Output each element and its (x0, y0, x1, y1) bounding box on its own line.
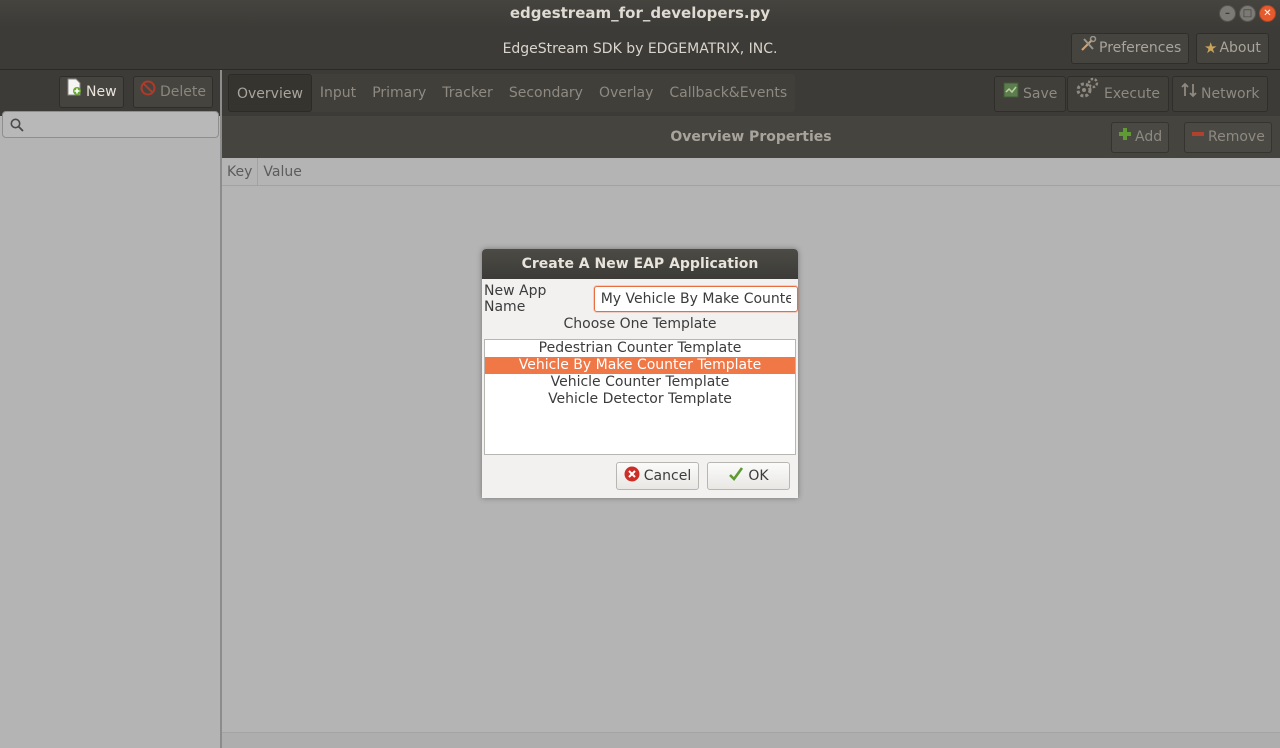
close-button[interactable]: ✕ (1259, 5, 1276, 22)
minimize-button[interactable]: – (1219, 5, 1236, 22)
dialog-title: Create A New EAP Application (482, 249, 798, 279)
create-app-dialog: Create A New EAP Application New App Nam… (482, 249, 798, 498)
tab-primary[interactable]: Primary (364, 74, 434, 112)
preferences-label: Preferences (1099, 40, 1182, 56)
about-label: About (1219, 40, 1261, 56)
delete-button[interactable]: Delete (133, 76, 213, 108)
add-label: Add (1135, 129, 1163, 145)
gears-icon (1076, 77, 1100, 112)
app-name-label: New App Name (484, 283, 547, 315)
about-button[interactable]: ★ About (1196, 33, 1269, 64)
header-bar: EdgeStream SDK by EDGEMATRIX, INC. Prefe… (0, 28, 1280, 70)
template-list: Pedestrian Counter Template Vehicle By M… (484, 339, 796, 455)
network-label: Network (1201, 86, 1260, 102)
tab-overlay[interactable]: Overlay (591, 74, 661, 112)
star-icon: ★ (1204, 39, 1218, 57)
network-button[interactable]: Network (1172, 76, 1269, 112)
plus-icon (1118, 123, 1132, 152)
save-button[interactable]: Save (994, 76, 1067, 112)
overview-properties-bar: Overview Properties Add Remove (222, 116, 1280, 158)
cancel-icon (624, 466, 640, 486)
save-icon (1003, 77, 1019, 111)
template-item-vehicle-detector[interactable]: Vehicle Detector Template (485, 391, 795, 408)
app-name-row: New App Name (484, 283, 798, 315)
tab-bar: Overview Input Primary Tracker Secondary… (228, 74, 796, 112)
up-down-arrows-icon (1181, 77, 1197, 111)
prohibited-icon (140, 77, 156, 107)
checkmark-icon (728, 466, 744, 486)
add-button[interactable]: Add (1111, 122, 1170, 153)
right-toolbar: Overview Input Primary Tracker Secondary… (222, 70, 1280, 116)
execute-label: Execute (1104, 86, 1160, 102)
app-list-pane (0, 111, 220, 748)
tab-input[interactable]: Input (312, 74, 364, 112)
minus-icon (1191, 123, 1205, 152)
ok-label: OK (748, 468, 769, 484)
left-toolbar: New Delete (0, 70, 220, 116)
new-button[interactable]: New (59, 76, 124, 108)
window-controls: – □ ✕ (1219, 5, 1276, 22)
template-item-vehicle-by-make-counter[interactable]: Vehicle By Make Counter Template (485, 357, 795, 374)
ok-button[interactable]: OK (707, 462, 790, 490)
tab-secondary[interactable]: Secondary (501, 74, 591, 112)
tab-tracker[interactable]: Tracker (434, 74, 501, 112)
column-key[interactable]: Key (222, 158, 259, 185)
horizontal-scrollbar[interactable] (222, 732, 1280, 748)
search-icon (10, 118, 24, 132)
remove-label: Remove (1208, 129, 1265, 145)
execute-button[interactable]: Execute (1067, 76, 1169, 112)
delete-label: Delete (160, 84, 206, 100)
properties-table-header: Key Value (222, 158, 1280, 186)
tab-callback-events[interactable]: Callback&Events (661, 74, 795, 112)
maximize-button[interactable]: □ (1239, 5, 1256, 22)
choose-template-label: Choose One Template (563, 316, 717, 332)
save-label: Save (1023, 86, 1058, 102)
cancel-button[interactable]: Cancel (616, 462, 699, 490)
remove-button[interactable]: Remove (1184, 122, 1272, 153)
tools-icon (1079, 34, 1097, 63)
app-name-input[interactable] (593, 286, 798, 312)
preferences-button[interactable]: Preferences (1071, 33, 1190, 64)
new-file-icon (66, 77, 82, 107)
search-input[interactable] (2, 111, 219, 138)
template-item-pedestrian-counter[interactable]: Pedestrian Counter Template (485, 340, 795, 357)
cancel-label: Cancel (643, 468, 692, 484)
template-item-vehicle-counter[interactable]: Vehicle Counter Template (485, 374, 795, 391)
window-titlebar: edgestream_for_developers.py – □ ✕ (0, 0, 1280, 28)
window-title: edgestream_for_developers.py (509, 4, 771, 22)
column-value[interactable]: Value (258, 158, 306, 185)
new-label: New (86, 84, 117, 100)
tab-overview[interactable]: Overview (228, 74, 312, 112)
